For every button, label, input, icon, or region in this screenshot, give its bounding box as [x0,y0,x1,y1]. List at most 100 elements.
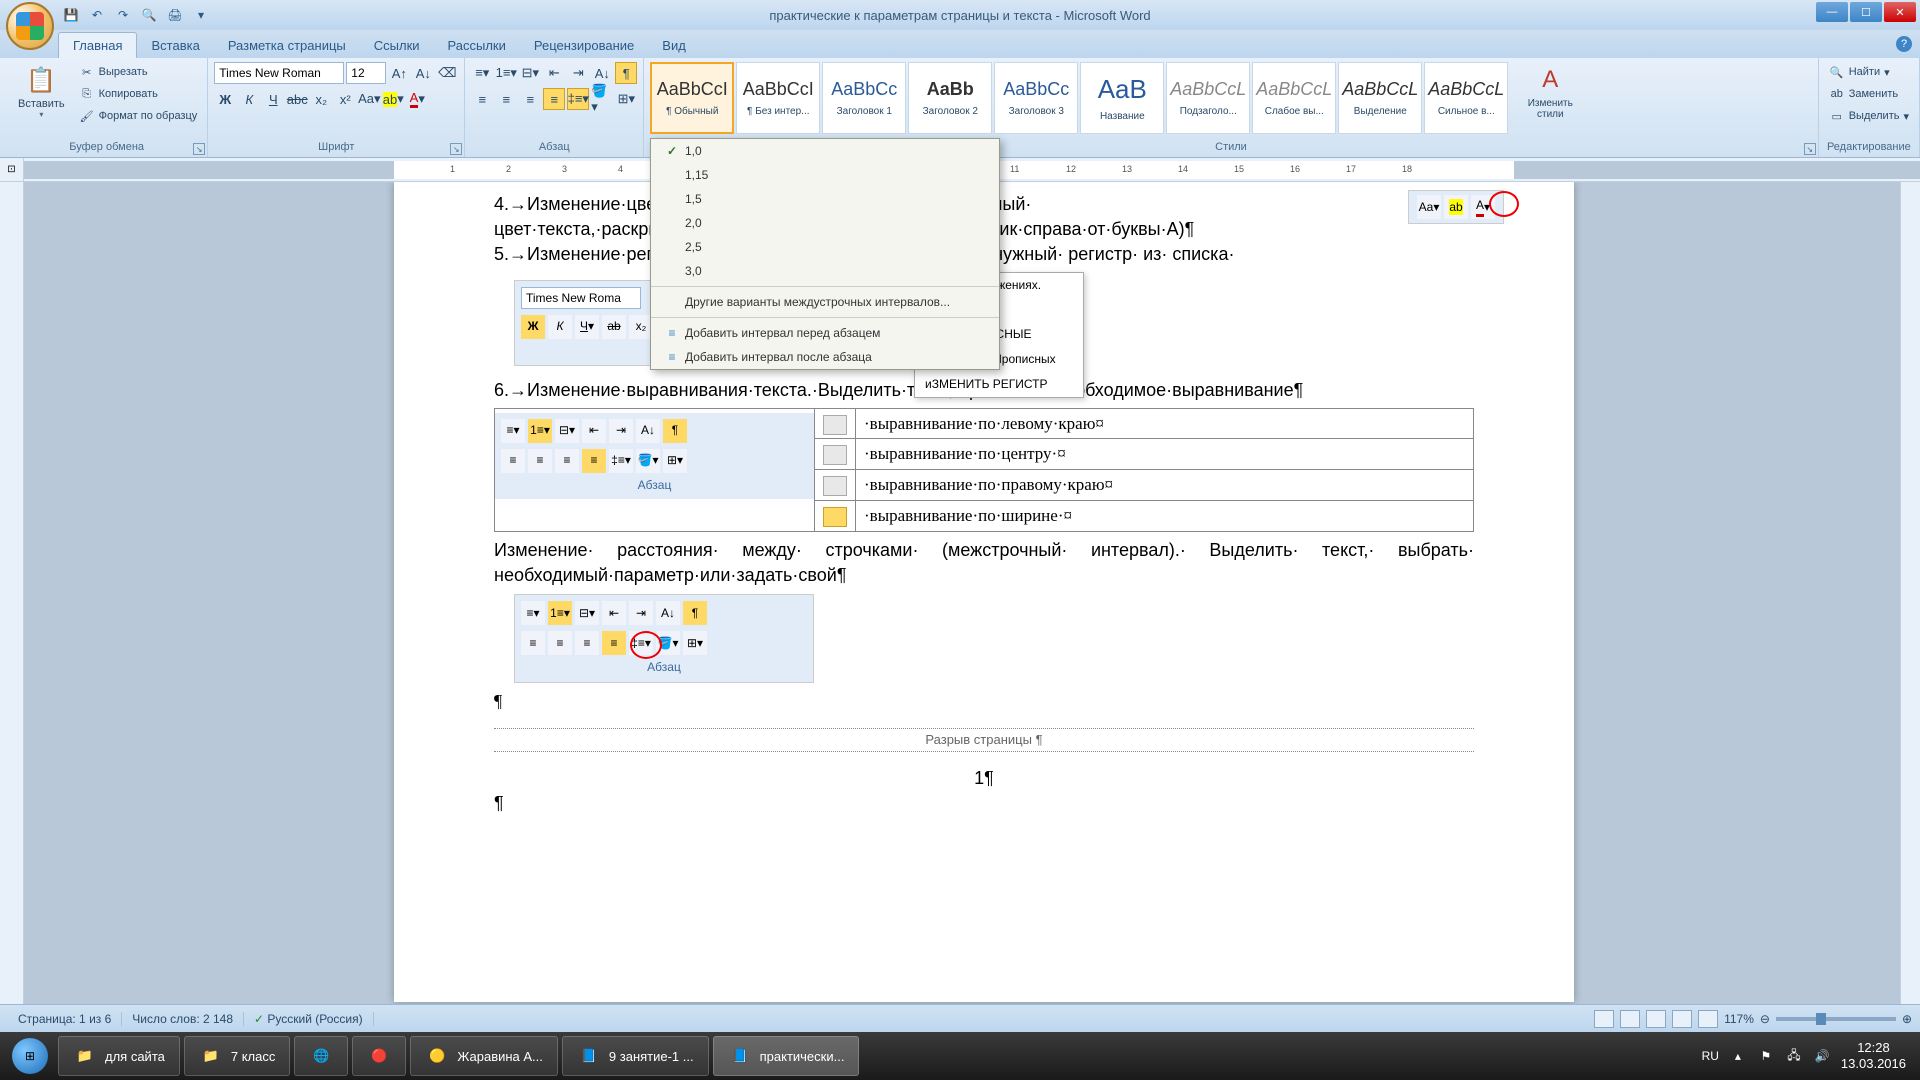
shrink-font-button[interactable]: A↓ [412,62,434,84]
ruler-corner[interactable]: ⊡ [0,158,24,182]
zoom-slider[interactable] [1776,1017,1896,1021]
status-page[interactable]: Страница: 1 из 6 [8,1012,122,1026]
style-item[interactable]: AaBbCcLСильное в... [1424,62,1508,134]
preview-icon[interactable]: 🔍 [138,4,160,26]
view-full-screen[interactable] [1620,1010,1640,1028]
tray-lang[interactable]: RU [1702,1049,1719,1063]
increase-indent-button[interactable]: ⇥ [567,62,589,84]
multilevel-button[interactable]: ⊟▾ [519,62,541,84]
font-name-input[interactable] [214,62,344,84]
tray-show-hidden-icon[interactable]: ▴ [1729,1047,1747,1065]
style-item[interactable]: AaBbЗаголовок 2 [908,62,992,134]
style-item[interactable]: AaBbCcЗаголовок 1 [822,62,906,134]
view-outline[interactable] [1672,1010,1692,1028]
office-button[interactable] [6,2,54,50]
bullets-button[interactable]: ≡▾ [471,62,493,84]
highlight-button[interactable]: ab▾ [382,88,404,110]
clipboard-dialog-launcher[interactable]: ↘ [193,143,205,155]
maximize-button[interactable]: ☐ [1850,2,1882,22]
tray-action-icon[interactable]: ⚑ [1757,1047,1775,1065]
taskbar-item[interactable]: 📘практически... [713,1036,860,1076]
save-icon[interactable]: 💾 [60,4,82,26]
superscript-button[interactable]: x² [334,88,356,110]
paste-button[interactable]: 📋 Вставить ▾ [12,62,71,121]
align-left-button[interactable]: ≡ [471,88,493,110]
tab-view[interactable]: Вид [648,33,700,58]
style-item[interactable]: AaBbCcЗаголовок 3 [994,62,1078,134]
format-painter-button[interactable]: 🖌Формат по образцу [75,106,202,126]
tab-insert[interactable]: Вставка [137,33,213,58]
undo-icon[interactable]: ↶ [86,4,108,26]
print-icon[interactable]: 🖨 [164,4,186,26]
font-color-button[interactable]: A▾ [406,88,428,110]
tab-page-layout[interactable]: Разметка страницы [214,33,360,58]
taskbar-item[interactable]: 🌐 [294,1036,348,1076]
spacing-option[interactable]: 1,5 [651,187,999,211]
find-button[interactable]: 🔍Найти▾ [1825,62,1894,82]
tab-references[interactable]: Ссылки [360,33,434,58]
style-item[interactable]: AaBbCcLПодзаголо... [1166,62,1250,134]
vertical-ruler[interactable] [0,182,24,1042]
tab-mailings[interactable]: Рассылки [434,33,520,58]
style-item[interactable]: AaBbCcI¶ Обычный [650,62,734,134]
cut-button[interactable]: ✂Вырезать [75,62,202,82]
spacing-option[interactable]: 1,15 [651,163,999,187]
show-marks-button[interactable]: ¶ [615,62,637,84]
grow-font-button[interactable]: A↑ [388,62,410,84]
taskbar-item[interactable]: 🔴 [352,1036,406,1076]
taskbar-item[interactable]: 📁для сайта [58,1036,180,1076]
style-item[interactable]: AaBbCcLСлабое вы... [1252,62,1336,134]
shading-button[interactable]: 🪣▾ [591,88,613,110]
view-draft[interactable] [1698,1010,1718,1028]
style-item[interactable]: AaBbCcLВыделение [1338,62,1422,134]
taskbar-item[interactable]: 🟡Жаравина А... [410,1036,558,1076]
style-item[interactable]: AaBНазвание [1080,62,1164,134]
change-styles-button[interactable]: A Изменить стили [1514,62,1586,122]
close-button[interactable]: ✕ [1884,2,1916,22]
tray-volume-icon[interactable]: 🔊 [1813,1047,1831,1065]
align-justify-button[interactable]: ≡ [543,88,565,110]
borders-button[interactable]: ⊞▾ [615,88,637,110]
styles-dialog-launcher[interactable]: ↘ [1804,143,1816,155]
bold-button[interactable]: Ж [214,88,236,110]
redo-icon[interactable]: ↷ [112,4,134,26]
font-dialog-launcher[interactable]: ↘ [450,143,462,155]
spacing-after[interactable]: ≡Добавить интервал после абзаца [651,345,999,369]
style-gallery[interactable]: AaBbCcI¶ ОбычныйAaBbCcI¶ Без интер...AaB… [650,62,1508,134]
strike-button[interactable]: abc [286,88,308,110]
line-spacing-button[interactable]: ‡≡▾ [567,88,589,110]
clear-formatting-button[interactable]: ⌫ [436,62,458,84]
tab-review[interactable]: Рецензирование [520,33,648,58]
spacing-option[interactable]: 3,0 [651,259,999,283]
spacing-option[interactable]: ✓1,0 [651,139,999,163]
underline-button[interactable]: Ч [262,88,284,110]
replace-button[interactable]: abЗаменить [1825,84,1902,104]
numbering-button[interactable]: 1≡▾ [495,62,517,84]
zoom-in-button[interactable]: ⊕ [1902,1012,1912,1026]
taskbar-item[interactable]: 📘9 занятие-1 ... [562,1036,709,1076]
style-item[interactable]: AaBbCcI¶ Без интер... [736,62,820,134]
start-button[interactable]: ⊞ [6,1036,54,1076]
status-lang[interactable]: ✓ Русский (Россия) [244,1012,374,1026]
spacing-before[interactable]: ≡Добавить интервал перед абзацем [651,321,999,345]
align-center-button[interactable]: ≡ [495,88,517,110]
minimize-button[interactable]: — [1816,2,1848,22]
align-right-button[interactable]: ≡ [519,88,541,110]
sort-button[interactable]: A↓ [591,62,613,84]
status-words[interactable]: Число слов: 2 148 [122,1012,244,1026]
qat-more-icon[interactable]: ▾ [190,4,212,26]
tab-home[interactable]: Главная [58,32,137,58]
view-print-layout[interactable] [1594,1010,1614,1028]
zoom-out-button[interactable]: ⊖ [1760,1012,1770,1026]
select-button[interactable]: ▭Выделить▾ [1825,106,1913,126]
spacing-option[interactable]: 2,5 [651,235,999,259]
tray-network-icon[interactable]: 🖧 [1785,1047,1803,1065]
italic-button[interactable]: К [238,88,260,110]
subscript-button[interactable]: x₂ [310,88,332,110]
tray-clock[interactable]: 12:28 13.03.2016 [1841,1040,1906,1071]
help-icon[interactable]: ? [1896,36,1912,52]
decrease-indent-button[interactable]: ⇤ [543,62,565,84]
change-case-button[interactable]: Aa▾ [358,88,380,110]
font-size-input[interactable] [346,62,386,84]
vertical-scrollbar[interactable] [1900,182,1920,1042]
